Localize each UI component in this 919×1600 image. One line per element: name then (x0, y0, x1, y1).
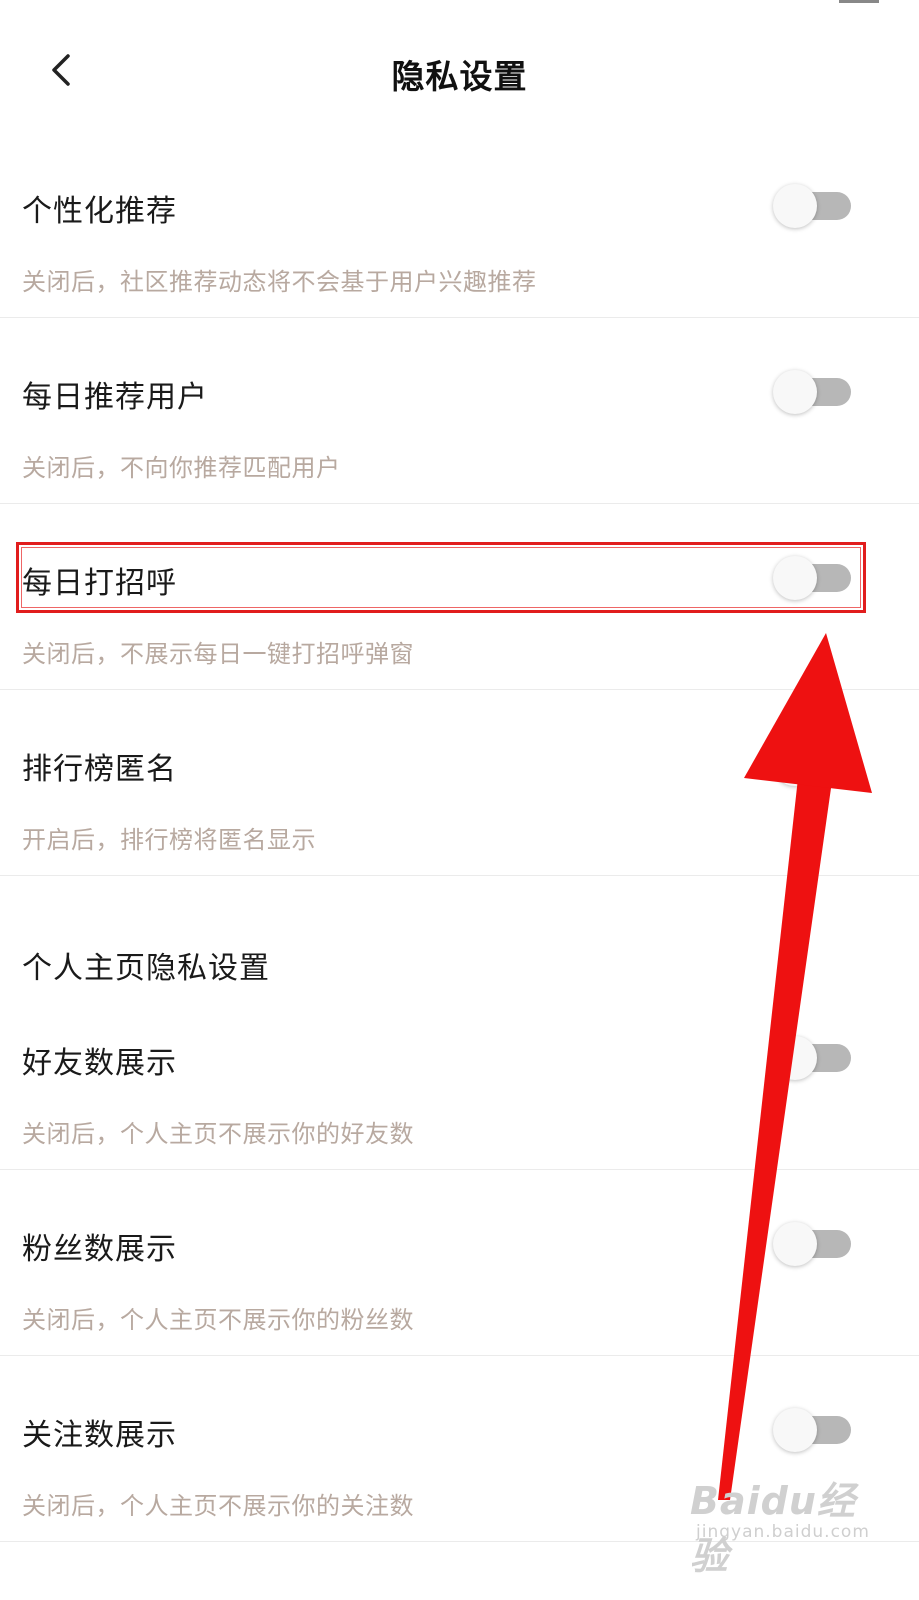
divider (0, 1169, 919, 1170)
friend-count-toggle[interactable] (773, 1036, 851, 1080)
personalized-recommendation-toggle[interactable] (773, 184, 851, 228)
toggle-knob (773, 742, 817, 786)
setting-description: 关闭后，个人主页不展示你的粉丝数 (22, 1306, 414, 1334)
setting-description: 关闭后，社区推荐动态将不会基于用户兴趣推荐 (22, 268, 537, 296)
status-bar-indicator (839, 0, 879, 3)
following-count-toggle[interactable] (773, 1408, 851, 1452)
divider (0, 689, 919, 690)
daily-recommended-users-toggle[interactable] (773, 370, 851, 414)
toggle-knob (773, 1222, 817, 1266)
divider (0, 875, 919, 876)
setting-description: 关闭后，个人主页不展示你的好友数 (22, 1120, 414, 1148)
setting-description: 关闭后，不向你推荐匹配用户 (22, 454, 341, 482)
setting-label: 排行榜匿名 (22, 752, 177, 787)
toggle-knob (773, 370, 817, 414)
daily-greeting-toggle[interactable] (773, 556, 851, 600)
watermark-url: jingyan.baidu.com (696, 1522, 870, 1542)
setting-label: 粉丝数展示 (22, 1232, 177, 1267)
page-title: 隐私设置 (391, 57, 528, 96)
baidu-watermark: Baidu经验 jingyan.baidu.com (690, 1470, 890, 1578)
setting-label: 个性化推荐 (22, 194, 177, 229)
setting-description: 开启后，排行榜将匿名显示 (22, 826, 316, 854)
setting-label: 好友数展示 (22, 1046, 177, 1081)
arrow-shaft (718, 760, 835, 1500)
setting-label: 关注数展示 (22, 1418, 177, 1453)
toggle-knob (773, 1036, 817, 1080)
fans-count-toggle[interactable] (773, 1222, 851, 1266)
setting-label: 每日推荐用户 (22, 380, 208, 415)
setting-description: 关闭后，不展示每日一键打招呼弹窗 (22, 640, 414, 668)
divider (0, 503, 919, 504)
divider (0, 1355, 919, 1356)
toggle-knob (773, 184, 817, 228)
setting-label: 每日打招呼 (22, 566, 177, 601)
leaderboard-anonymous-toggle[interactable] (773, 742, 851, 786)
top-navigation-bar: 隐私设置 (0, 0, 919, 150)
toggle-knob (773, 1408, 817, 1452)
divider (0, 317, 919, 318)
setting-description: 关闭后，个人主页不展示你的关注数 (22, 1492, 414, 1520)
section-heading: 个人主页隐私设置 (22, 951, 270, 986)
red-arrow-annotation (718, 633, 872, 1500)
toggle-knob (773, 556, 817, 600)
